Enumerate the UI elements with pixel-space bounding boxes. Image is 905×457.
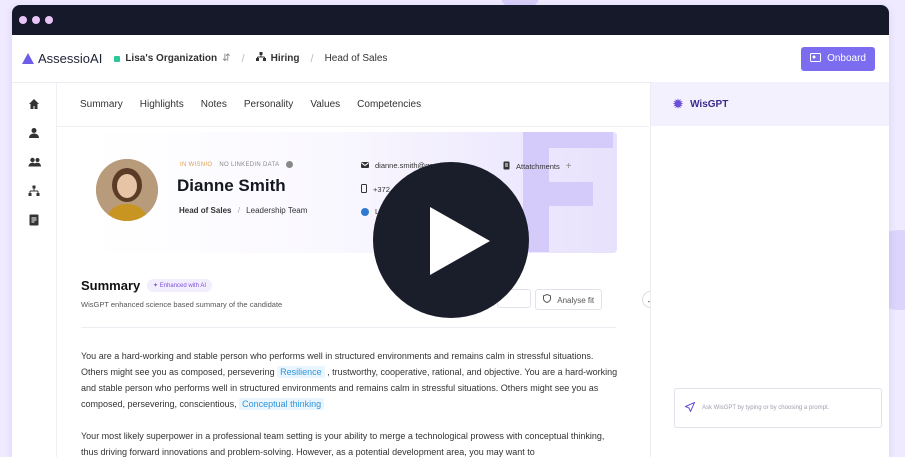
- app-name: AssessioAI: [38, 51, 103, 66]
- analyse-fit-button[interactable]: Analyse fit: [535, 289, 603, 310]
- summary-subtitle: WisGPT enhanced science based summary of…: [81, 300, 283, 309]
- tab-summary[interactable]: Summary: [80, 99, 123, 110]
- home-icon[interactable]: [26, 96, 42, 112]
- team-name: Leadership Team: [246, 206, 308, 215]
- wisgpt-title: WisGPT: [690, 98, 729, 110]
- tab-bar: Summary Highlights Notes Personality Val…: [57, 82, 649, 127]
- hierarchy-icon: [255, 52, 266, 65]
- contact-phone[interactable]: +372: [361, 184, 390, 195]
- linkedin-icon: [361, 207, 369, 216]
- users-icon[interactable]: [26, 154, 42, 170]
- breadcrumb-section[interactable]: Hiring: [271, 53, 300, 64]
- top-nav: AssessioAI Lisa's Organization ⇵ / Hirin…: [12, 35, 889, 83]
- tag-in-wisnio: IN WISNIO: [180, 161, 213, 168]
- summary-title: Summary: [81, 278, 141, 293]
- attachments-label: Attatchments: [516, 162, 560, 171]
- document-icon[interactable]: [26, 212, 42, 228]
- main-content: Summary Highlights Notes Personality Val…: [57, 82, 649, 457]
- attachments[interactable]: Attatchments +: [503, 161, 572, 172]
- video-play-button[interactable]: [373, 162, 529, 318]
- app-logo[interactable]: AssessioAI: [22, 51, 102, 66]
- profile-tags: IN WISNIO NO LINKEDIN DATA: [180, 161, 294, 168]
- logo-icon: [22, 53, 34, 64]
- window-dot-minimize[interactable]: [32, 16, 40, 24]
- analyse-fit-label: Analyse fit: [557, 296, 595, 305]
- magic-wand-icon: ✦: [153, 283, 159, 289]
- candidate-name: Dianne Smith: [177, 176, 286, 195]
- wisgpt-prompt-input[interactable]: Ask WisGPT by typing or by choosing a pr…: [674, 388, 882, 428]
- phone-icon: [361, 184, 367, 195]
- sparkle-icon: ✹: [673, 97, 684, 111]
- avatar: [96, 159, 158, 221]
- wisgpt-header: ✹ WisGPT: [651, 82, 889, 126]
- attachment-icon: [503, 161, 510, 172]
- hierarchy-icon[interactable]: [26, 183, 42, 199]
- candidate-role: Head of Sales / Leadership Team: [179, 206, 307, 215]
- competency-highlight-conceptual-thinking[interactable]: Conceptual thinking: [239, 398, 325, 410]
- wisgpt-panel: ✹ WisGPT Ask WisGPT by typing or by choo…: [650, 82, 889, 457]
- tab-competencies[interactable]: Competencies: [357, 99, 421, 110]
- breadcrumb: Lisa's Organization ⇵ / Hiring / Head of…: [114, 52, 387, 65]
- summary-divider: [81, 327, 616, 328]
- role-separator: /: [237, 206, 240, 215]
- org-color-icon: [114, 55, 121, 62]
- tab-notes[interactable]: Notes: [201, 99, 227, 110]
- onboard-icon: [810, 52, 822, 65]
- breadcrumb-separator: /: [241, 52, 245, 65]
- window-dot-close[interactable]: [19, 16, 27, 24]
- competency-highlight-resilience[interactable]: Resilience: [277, 366, 325, 378]
- ai-badge-label: Enhanced with AI: [159, 283, 207, 289]
- summary-paragraph-2: Your most likely superpower in a profess…: [81, 431, 605, 457]
- user-icon[interactable]: [26, 125, 42, 141]
- window-titlebar: [12, 5, 889, 35]
- send-icon[interactable]: [684, 401, 696, 414]
- breadcrumb-page[interactable]: Head of Sales: [325, 53, 388, 64]
- tag-no-linkedin: NO LINKEDIN DATA: [219, 161, 280, 168]
- chevron-updown-icon[interactable]: ⇵: [222, 53, 230, 64]
- tab-personality[interactable]: Personality: [244, 99, 293, 110]
- profile-card: IN WISNIO NO LINKEDIN DATA Dianne Smith …: [93, 132, 617, 253]
- sidebar: [12, 82, 57, 457]
- breadcrumb-org[interactable]: Lisa's Organization: [125, 53, 217, 64]
- window-dot-maximize[interactable]: [45, 16, 53, 24]
- wisgpt-prompt-placeholder: Ask WisGPT by typing or by choosing a pr…: [702, 405, 830, 411]
- summary-paragraph-1: You are a hard-working and stable person…: [81, 348, 621, 412]
- add-attachment-icon[interactable]: +: [566, 161, 572, 172]
- shield-icon: [543, 293, 553, 305]
- breadcrumb-separator: /: [310, 52, 314, 65]
- help-icon[interactable]: [286, 161, 294, 168]
- email-icon: [361, 161, 369, 170]
- play-icon: [430, 207, 490, 275]
- tab-highlights[interactable]: Highlights: [140, 99, 184, 110]
- tab-values[interactable]: Values: [310, 99, 340, 110]
- onboard-button[interactable]: Onboard: [801, 46, 875, 71]
- onboard-label: Onboard: [827, 53, 866, 64]
- ai-badge: ✦ Enhanced with AI: [147, 279, 213, 292]
- role-title: Head of Sales: [179, 206, 232, 215]
